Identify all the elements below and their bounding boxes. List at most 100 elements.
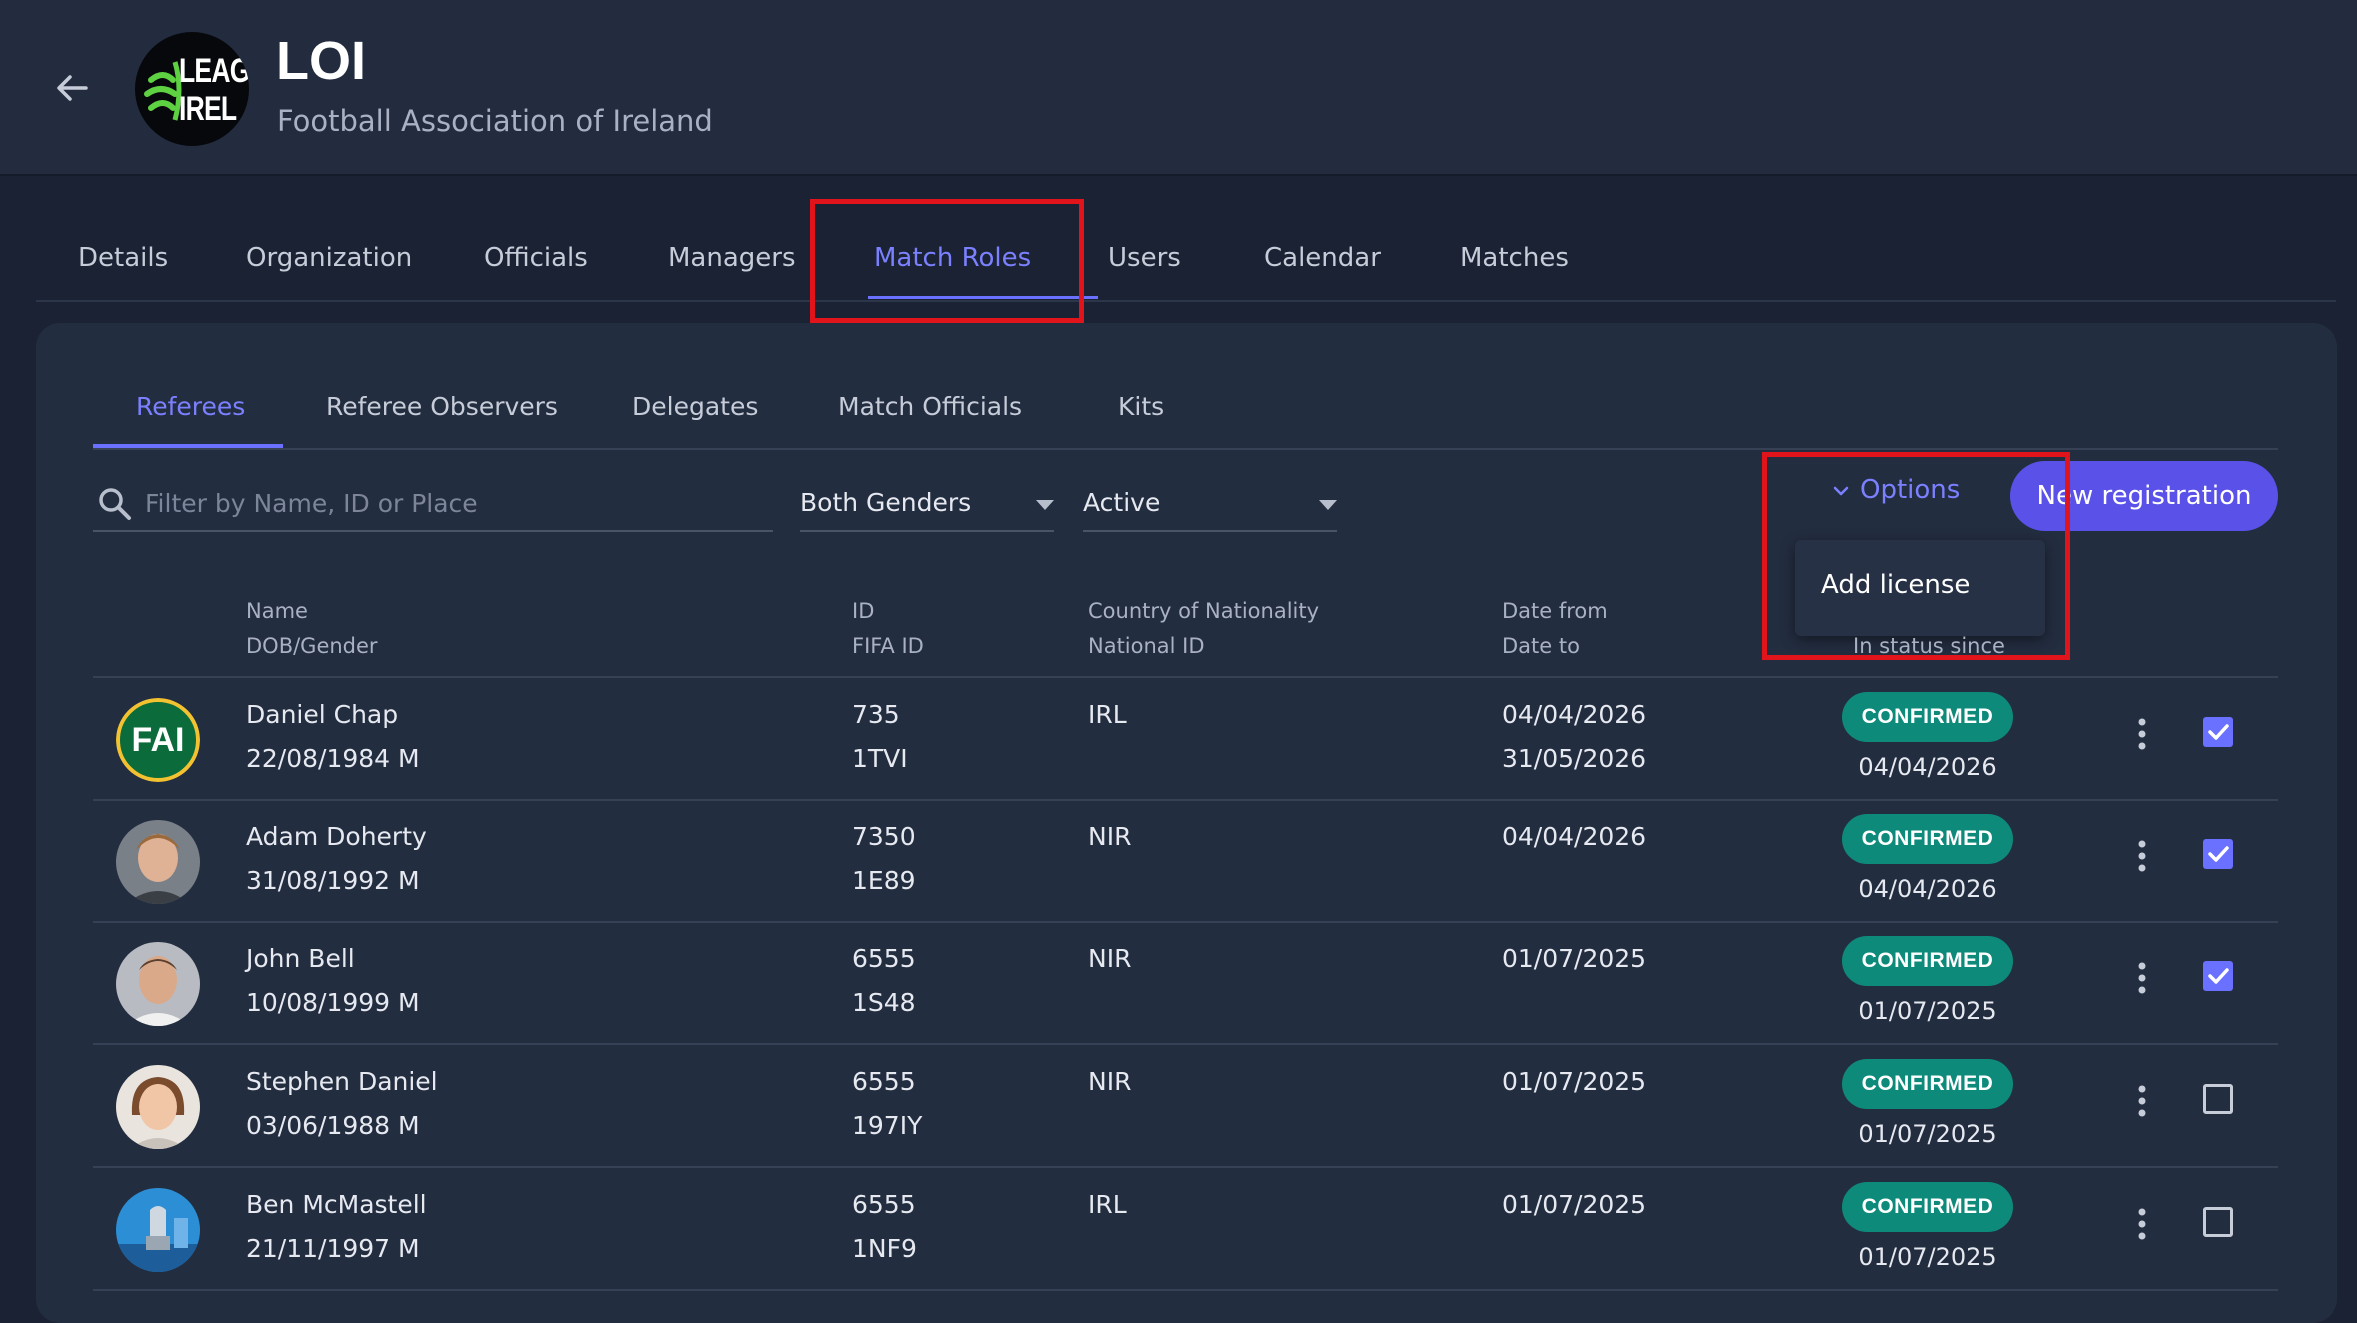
new-registration-button[interactable]: New registration [2010,461,2278,531]
referee-country: NIR [1088,944,1132,973]
referee-id: 735 [852,700,900,729]
caret-down-icon [1036,500,1054,510]
referee-id: 6555 [852,1190,916,1219]
referee-country: IRL [1088,1190,1127,1219]
status-select-value: Active [1083,488,1161,517]
referee-fifa-id: 1E89 [852,866,916,895]
row-checkbox[interactable] [2203,1084,2233,1114]
table-row[interactable]: Adam Doherty 31/08/1992 M 7350 1E89 NIR … [93,800,2278,923]
date-from: 01/07/2025 [1502,1067,1647,1096]
date-from: 04/04/2026 [1502,822,1647,851]
referee-dob: 21/11/1997 M [246,1234,420,1263]
avatar [116,820,200,904]
svg-text:FAI: FAI [132,721,185,759]
header-status-since: In status since [1853,634,2005,658]
chevron-down-icon [1833,486,1849,495]
org-header: LEAGU IREL LOI Football Association of I… [0,0,2357,176]
search-icon [99,488,131,520]
date-to: 31/05/2026 [1502,744,1647,773]
table-row[interactable]: Ben McMastell 21/11/1997 M 6555 1NF9 IRL… [93,1168,2278,1291]
header-country: Country of Nationality National ID [1088,599,1320,658]
date-from: 01/07/2025 [1502,944,1647,973]
row-checkbox[interactable] [2203,1207,2233,1237]
date-from: 01/07/2025 [1502,1190,1647,1219]
header-dates: Date from Date to [1502,599,1608,658]
avatar [116,1188,200,1272]
row-checkbox[interactable] [2203,961,2233,991]
referee-fifa-id: 197IY [852,1111,923,1140]
subtab-kits[interactable]: Kits [1118,392,1164,421]
subtab-delegates[interactable]: Delegates [632,392,758,421]
referee-fifa-id: 1TVI [852,744,908,773]
referee-fifa-id: 1NF9 [852,1234,917,1263]
referee-country: NIR [1088,1067,1132,1096]
search-input[interactable] [143,484,757,522]
subtab-referees[interactable]: Referees [136,392,245,421]
referee-name[interactable]: Stephen Daniel [246,1067,438,1096]
referee-dob: 22/08/1984 M [246,744,420,773]
arrow-back-icon[interactable] [52,68,92,108]
status-select[interactable]: Active [1083,478,1337,532]
tab-matches[interactable]: Matches [1460,243,1569,273]
more-vert-icon[interactable] [2136,717,2148,751]
logo-wordmark: LEAGU IREL [179,52,249,128]
status-badge: CONFIRMED [1842,1182,2013,1232]
org-name: Football Association of Ireland [277,104,713,138]
status-badge: CONFIRMED [1842,936,2013,986]
referee-name[interactable]: John Bell [246,944,355,973]
gender-select-value: Both Genders [800,488,972,517]
referee-name[interactable]: Daniel Chap [246,700,398,729]
caret-down-icon [1319,500,1337,510]
status-since: 04/04/2026 [1858,875,1997,903]
status-since: 01/07/2025 [1858,1243,1997,1271]
avatar [116,1065,200,1149]
header-id: ID FIFA ID [852,599,924,658]
referee-country: NIR [1088,822,1132,851]
avatar [116,942,200,1026]
tab-organization[interactable]: Organization [246,243,412,273]
search-field [93,478,773,532]
main-tabs: Details Organization Officials Managers … [36,230,2336,302]
sub-tabs: Referees Referee Observers Delegates Mat… [93,378,2278,450]
referee-dob: 10/08/1999 M [246,988,420,1017]
tab-details[interactable]: Details [78,243,168,273]
row-checkbox[interactable] [2203,717,2233,747]
row-checkbox[interactable] [2203,839,2233,869]
status-badge: CONFIRMED [1842,1059,2013,1109]
fai-logo-avatar: FAI [116,698,200,782]
active-tab-indicator [868,296,1098,299]
tab-calendar[interactable]: Calendar [1264,243,1381,273]
options-label: Options [1860,475,1961,505]
referee-id: 7350 [852,822,916,851]
more-vert-icon[interactable] [2136,961,2148,995]
table-row[interactable]: John Bell 10/08/1999 M 6555 1S48 NIR 01/… [93,922,2278,1045]
more-vert-icon[interactable] [2136,1084,2148,1118]
more-vert-icon[interactable] [2136,1207,2148,1241]
tab-match-roles[interactable]: Match Roles [874,243,1031,273]
status-since: 01/07/2025 [1858,997,1997,1025]
org-logo: LEAGU IREL [135,32,249,146]
tab-users[interactable]: Users [1108,243,1181,273]
referee-country: IRL [1088,700,1127,729]
referee-id: 6555 [852,944,916,973]
menu-item-add-license[interactable]: Add license [1821,570,1970,600]
status-since: 04/04/2026 [1858,753,1997,781]
gender-select[interactable]: Both Genders [800,478,1054,532]
tab-officials[interactable]: Officials [484,243,588,273]
table-row[interactable]: FAI Daniel Chap 22/08/1984 M 735 1TVI IR… [93,678,2278,801]
table-row[interactable]: Stephen Daniel 03/06/1988 M 6555 197IY N… [93,1045,2278,1168]
status-badge: CONFIRMED [1842,814,2013,864]
more-vert-icon[interactable] [2136,839,2148,873]
referee-name[interactable]: Ben McMastell [246,1190,427,1219]
referee-name[interactable]: Adam Doherty [246,822,427,851]
active-subtab-indicator [93,444,283,448]
referee-fifa-id: 1S48 [852,988,916,1017]
options-button[interactable]: Options [1832,475,1960,519]
header-name: Name DOB/Gender [246,599,378,658]
tab-managers[interactable]: Managers [668,243,796,273]
options-menu: Add license [1795,540,2045,636]
subtab-match-officials[interactable]: Match Officials [838,392,1022,421]
subtab-referee-observers[interactable]: Referee Observers [326,392,558,421]
date-from: 04/04/2026 [1502,700,1647,729]
status-since: 01/07/2025 [1858,1120,1997,1148]
